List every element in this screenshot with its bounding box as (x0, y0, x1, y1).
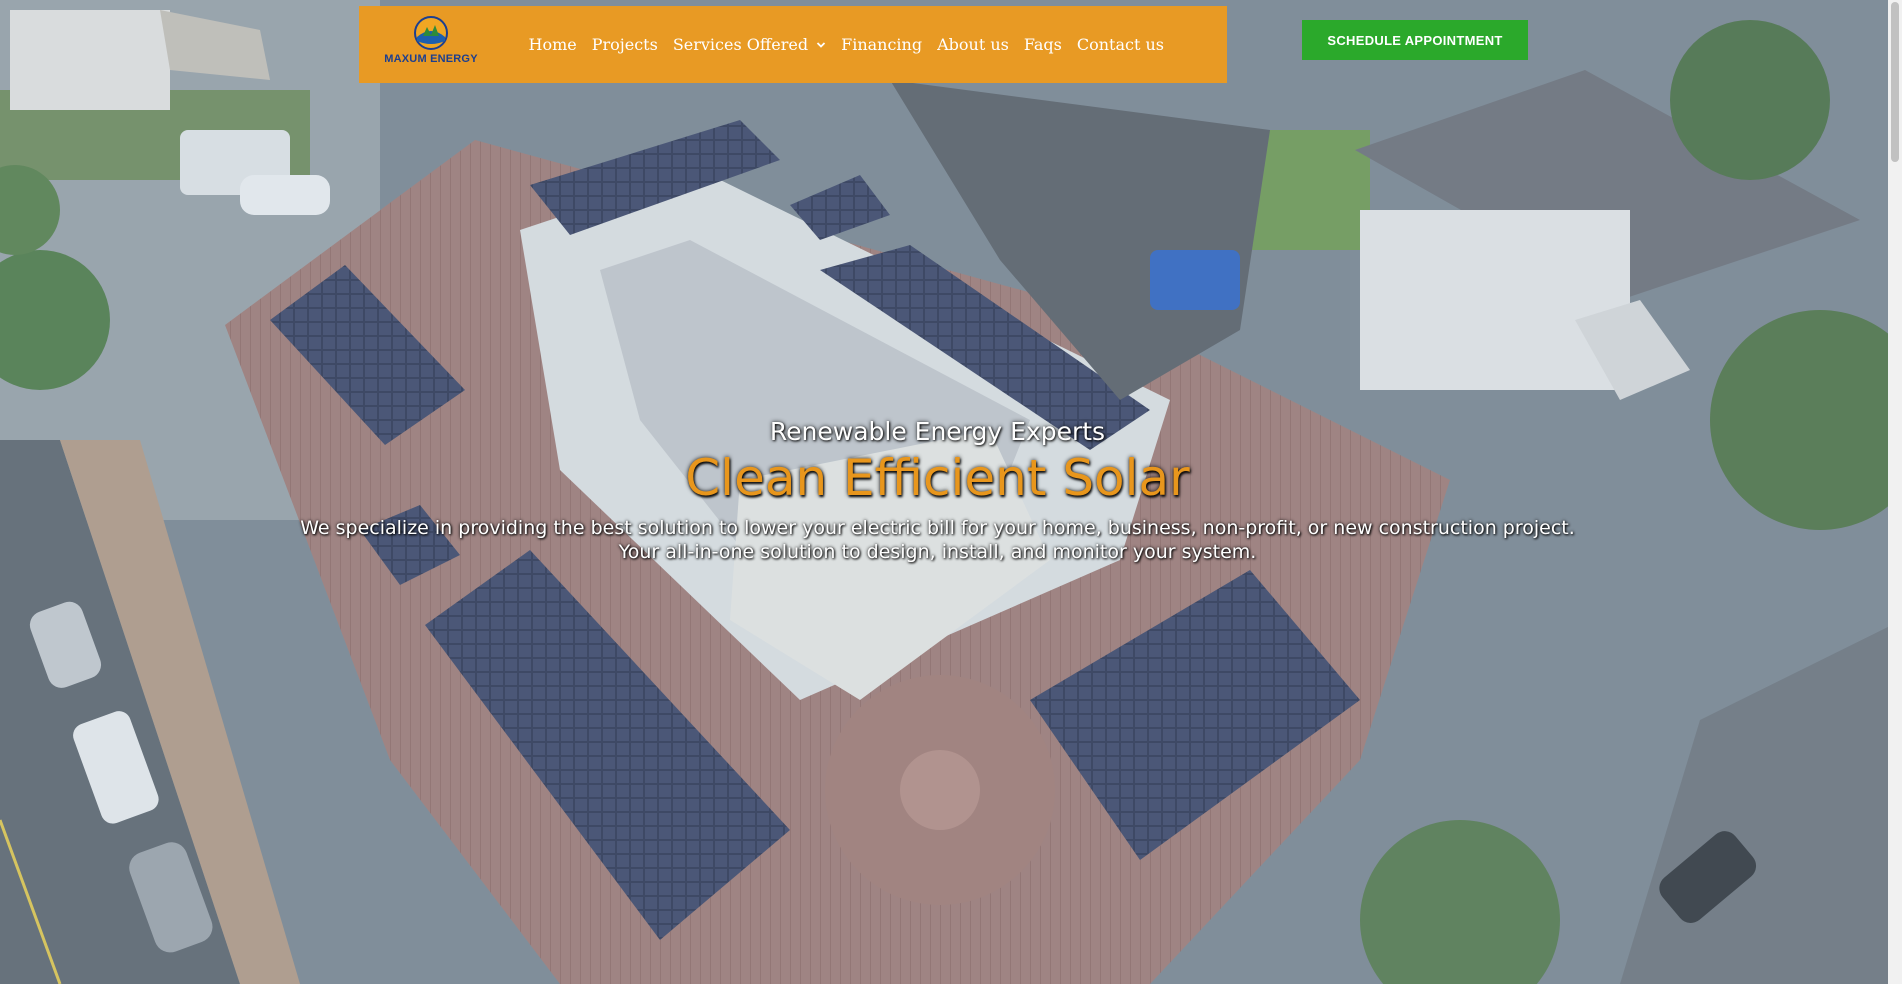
nav-services-label: Services Offered (672, 35, 809, 54)
hero-description-line-1: We specialize in providing the best solu… (300, 517, 1575, 539)
nav-financing-link[interactable]: Financing (834, 35, 930, 54)
main-nav: Home Projects Services Offered Financing… (521, 6, 1172, 83)
nav-projects-link[interactable]: Projects (584, 35, 665, 54)
nav-faqs-link[interactable]: Faqs (1016, 35, 1069, 54)
brand-logo[interactable]: MAXUM ENERGY (379, 15, 483, 75)
site-header: MAXUM ENERGY Home Projects Services Offe… (359, 6, 1227, 83)
brand-name: MAXUM ENERGY (384, 53, 478, 65)
schedule-appointment-button[interactable]: SCHEDULE APPOINTMENT (1302, 20, 1528, 60)
hero-description-line-2: Your all-in-one solution to design, inst… (618, 541, 1257, 563)
page-scrollbar[interactable] (1888, 0, 1902, 984)
sun-leaf-icon (414, 16, 448, 50)
nav-home-link[interactable]: Home (521, 35, 584, 54)
hero-eyebrow: Renewable Energy Experts (769, 417, 1106, 446)
nav-contact-link[interactable]: Contact us (1069, 35, 1171, 54)
nav-about-link[interactable]: About us (930, 35, 1017, 54)
nav-services-dropdown[interactable]: Services Offered (665, 35, 833, 54)
hero-headline: Clean Efficient Solar (685, 449, 1190, 507)
scrollbar-thumb[interactable] (1891, 2, 1899, 162)
chevron-down-icon (816, 41, 826, 48)
